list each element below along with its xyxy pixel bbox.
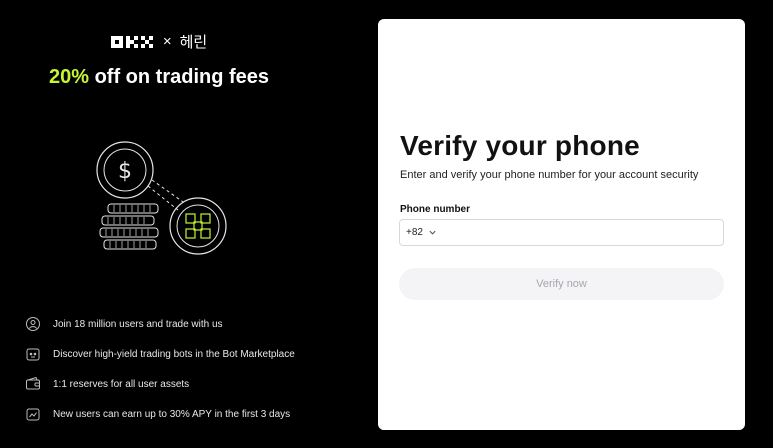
phone-number-label: Phone number bbox=[400, 204, 471, 215]
promo-text: off on trading fees bbox=[89, 66, 270, 88]
users-globe-icon bbox=[26, 317, 40, 331]
feature-text: Discover high-yield trading bots in the … bbox=[53, 348, 295, 360]
feature-text: New users can earn up to 30% APY in the … bbox=[53, 408, 291, 420]
page-subtitle: Enter and verify your phone number for y… bbox=[400, 169, 699, 181]
svg-text:$: $ bbox=[118, 159, 132, 184]
crypto-coins-illustration: $ bbox=[96, 141, 227, 255]
wallet-icon bbox=[26, 376, 40, 390]
feature-item: Join 18 million users and trade with us bbox=[24, 309, 295, 339]
apy-gift-icon bbox=[26, 408, 40, 421]
feature-text: Join 18 million users and trade with us bbox=[53, 318, 223, 330]
bot-icon bbox=[26, 348, 40, 361]
verify-now-button[interactable]: Verify now bbox=[399, 268, 724, 300]
promo-highlight: 20% bbox=[48, 66, 90, 88]
feature-item: New users can earn up to 30% APY in the … bbox=[24, 399, 295, 429]
brand-row: × 헤린 bbox=[0, 31, 318, 52]
phone-number-input[interactable] bbox=[442, 220, 723, 245]
country-code-select[interactable]: +82 bbox=[406, 227, 423, 238]
feature-item: 1:1 reserves for all user assets bbox=[24, 369, 295, 399]
feature-text: 1:1 reserves for all user assets bbox=[53, 378, 190, 390]
brand-separator: × bbox=[162, 33, 172, 50]
feature-item: Discover high-yield trading bots in the … bbox=[24, 339, 295, 369]
promo-panel: × 헤린 20% off on trading fees $ Join 18 m… bbox=[0, 0, 378, 448]
feature-list: Join 18 million users and trade with us … bbox=[24, 309, 295, 429]
partner-name: 헤린 bbox=[179, 33, 208, 51]
verify-phone-card: Verify your phone Enter and verify your … bbox=[378, 19, 745, 430]
page-title: Verify your phone bbox=[400, 130, 640, 161]
promo-headline: 20% off on trading fees bbox=[0, 66, 318, 89]
okx-logo bbox=[110, 35, 155, 48]
chevron-down-icon[interactable] bbox=[428, 228, 437, 237]
phone-number-field: +82 bbox=[399, 219, 724, 246]
